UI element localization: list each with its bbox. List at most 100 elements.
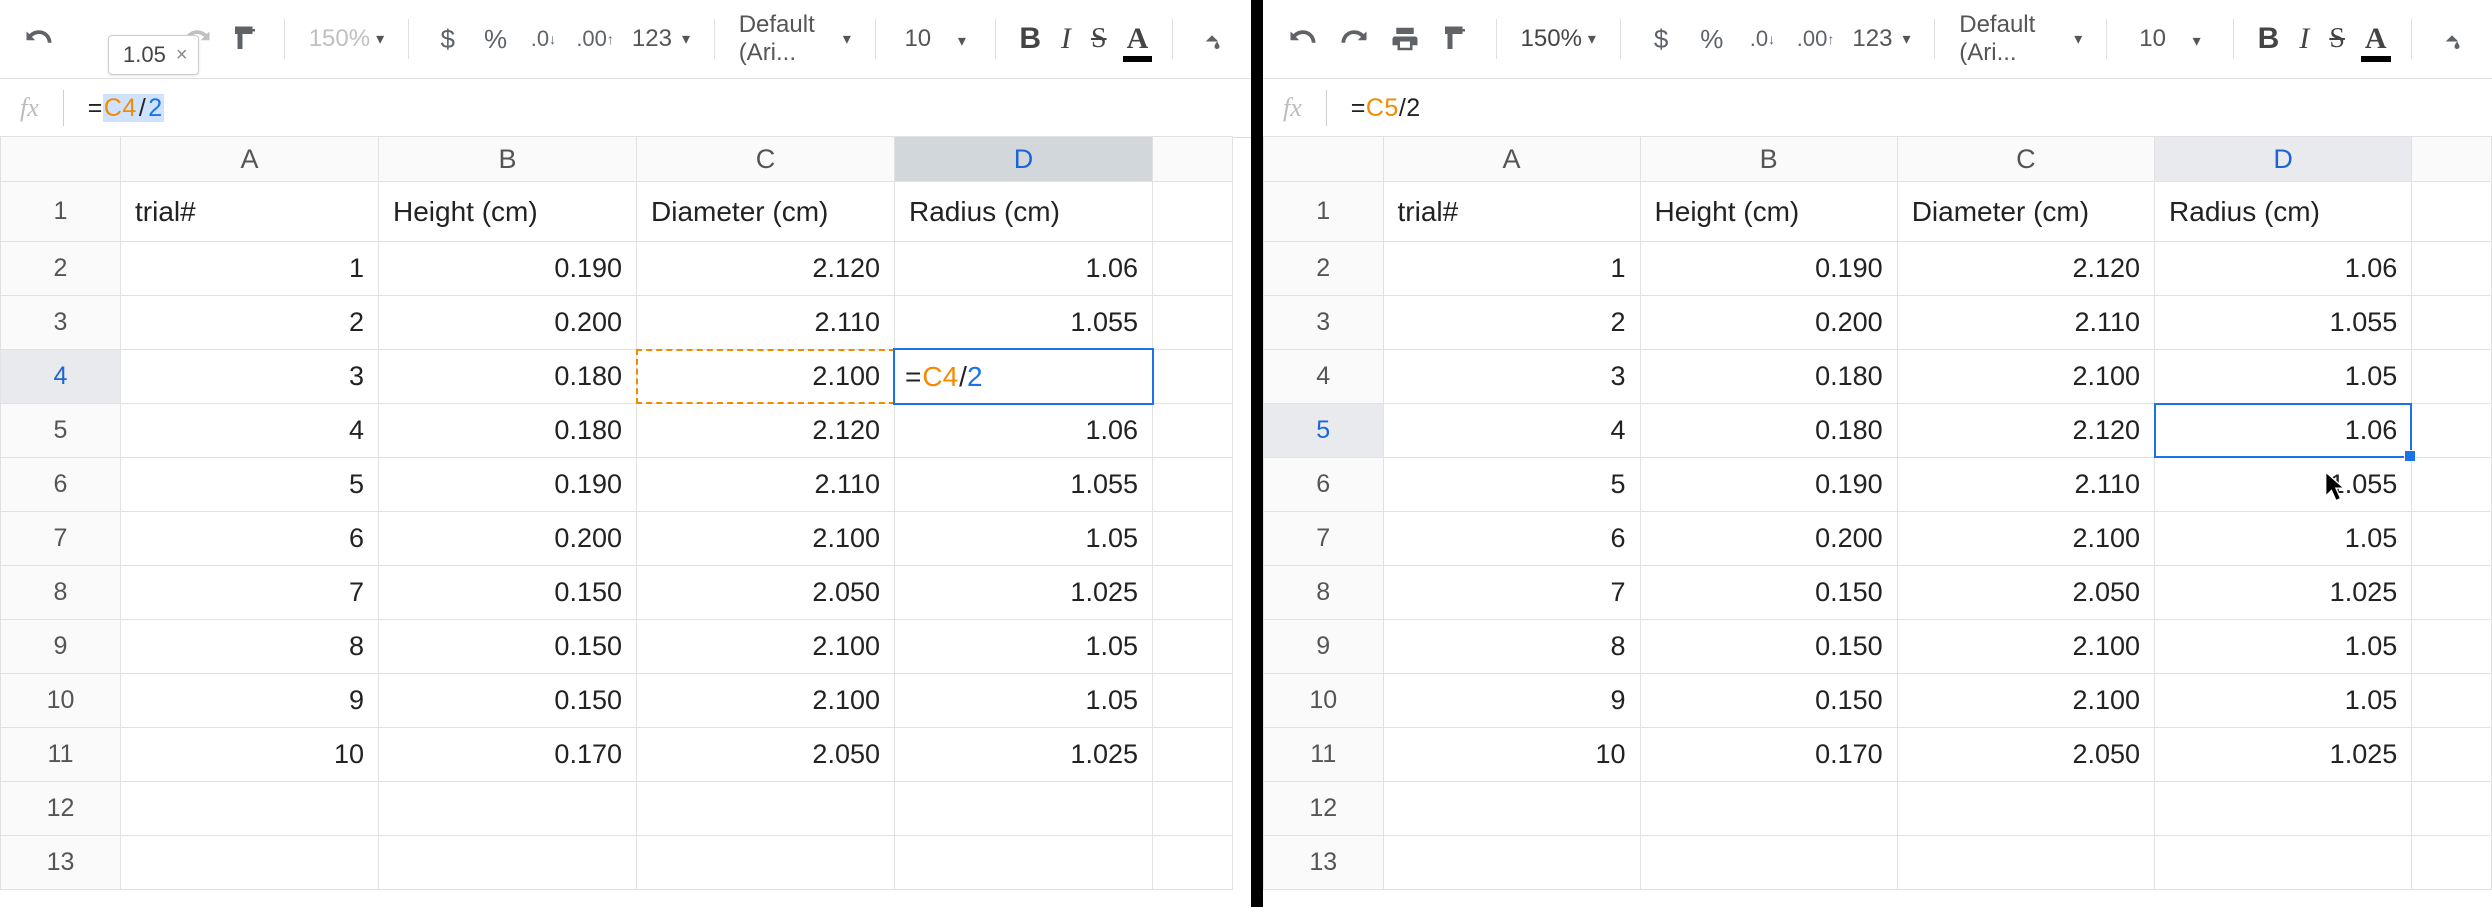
row-header[interactable]: 12 [1264,782,1384,836]
cell[interactable]: 2.110 [637,296,895,350]
cell[interactable]: 0.150 [1640,566,1897,620]
cell[interactable] [1153,458,1233,512]
cell[interactable]: 8 [1383,620,1640,674]
row-header[interactable]: 6 [1,458,121,512]
cell[interactable]: 10 [121,728,379,782]
undo-button[interactable] [24,18,54,60]
cell[interactable]: 9 [121,674,379,728]
col-header-extra[interactable] [2412,137,2492,182]
cell[interactable]: 9 [1383,674,1640,728]
col-header-C[interactable]: C [1897,137,2154,182]
cell[interactable] [1897,782,2154,836]
zoom-dropdown[interactable]: 150% ▾ [309,25,384,53]
fill-handle[interactable] [2404,450,2416,462]
cell-referenced[interactable]: 2.100 [637,350,895,404]
row-header[interactable]: 13 [1264,836,1384,890]
formula-input[interactable]: =C4/2 [88,94,164,123]
col-header-A[interactable]: A [1383,137,1640,182]
cell[interactable] [1153,182,1233,242]
cell[interactable] [2412,782,2492,836]
cell[interactable]: trial# [121,182,379,242]
cell[interactable]: 0.170 [1640,728,1897,782]
cell[interactable]: 2.120 [637,242,895,296]
cell[interactable]: 0.190 [379,458,637,512]
row-header[interactable]: 1 [1264,182,1384,242]
cell[interactable]: 2 [121,296,379,350]
cell[interactable] [2412,182,2492,242]
row-header[interactable]: 4 [1264,350,1384,404]
fill-color-button[interactable] [2435,18,2468,60]
cell[interactable]: 0.150 [1640,620,1897,674]
cell[interactable]: 4 [121,404,379,458]
zoom-dropdown[interactable]: 150% ▾ [1521,25,1596,53]
cell[interactable]: 0.150 [379,566,637,620]
cell[interactable] [2412,242,2492,296]
font-dropdown[interactable]: Default (Ari... ▾ [1959,11,2082,67]
cell[interactable]: 1.025 [2155,566,2412,620]
cell[interactable] [379,782,637,836]
cell[interactable] [121,836,379,890]
font-size-dropdown[interactable]: 10 ▾ [900,25,971,53]
cell[interactable]: 0.180 [379,404,637,458]
cell[interactable]: Diameter (cm) [637,182,895,242]
col-header-B[interactable]: B [379,137,637,182]
cell[interactable] [1153,242,1233,296]
number-format-dropdown[interactable]: 123▾ [1852,25,1910,53]
cell[interactable]: 2.100 [1897,350,2154,404]
cell[interactable]: 2.120 [1897,404,2154,458]
cell[interactable]: 6 [1383,512,1640,566]
cell[interactable]: 0.200 [379,296,637,350]
row-header[interactable]: 10 [1264,674,1384,728]
cell[interactable]: 3 [121,350,379,404]
cell[interactable]: 1 [1383,242,1640,296]
cell[interactable]: 0.150 [379,620,637,674]
percent-button[interactable]: % [1695,18,1728,60]
increase-decimal-button[interactable]: .00↑ [576,18,614,60]
cell[interactable]: 1.05 [895,620,1153,674]
row-header[interactable]: 3 [1264,296,1384,350]
cell[interactable]: Radius (cm) [2155,182,2412,242]
number-format-dropdown[interactable]: 123▾ [632,25,690,53]
cell[interactable] [1640,782,1897,836]
cell[interactable]: 2.100 [1897,620,2154,674]
increase-decimal-button[interactable]: .00↑ [1797,18,1835,60]
strikethrough-button[interactable]: S [2329,23,2345,55]
cell[interactable]: 0.150 [1640,674,1897,728]
cell[interactable]: Height (cm) [379,182,637,242]
cell[interactable]: 1.05 [2155,512,2412,566]
cell[interactable]: 5 [121,458,379,512]
text-color-button[interactable]: A [1127,22,1149,56]
cell[interactable]: 2.100 [637,512,895,566]
bold-button[interactable]: B [1019,22,1041,56]
col-header-D[interactable]: D [2155,137,2412,182]
row-header[interactable]: 2 [1,242,121,296]
cell[interactable]: 1.05 [2155,350,2412,404]
decrease-decimal-button[interactable]: .0↓ [528,18,558,60]
cell[interactable]: 1.055 [895,458,1153,512]
cell[interactable]: 7 [1383,566,1640,620]
cell[interactable] [1153,404,1233,458]
row-header[interactable]: 5 [1,404,121,458]
cell[interactable]: 1.025 [2155,728,2412,782]
row-header[interactable]: 13 [1,836,121,890]
formula-result-chip[interactable]: 1.05 × [108,35,199,75]
cell[interactable] [895,782,1153,836]
cell[interactable]: 2.050 [637,566,895,620]
cell[interactable]: 1.055 [2155,296,2412,350]
cell[interactable]: 0.200 [1640,296,1897,350]
cell[interactable]: 2.100 [1897,512,2154,566]
select-all-corner[interactable] [1264,137,1384,182]
cell[interactable]: 2.120 [1897,242,2154,296]
cell[interactable] [1153,836,1233,890]
cell[interactable] [637,782,895,836]
cell[interactable]: 2.110 [1897,296,2154,350]
cell-edit-box[interactable]: =C4/2 [893,348,1154,405]
cell[interactable]: 2.100 [637,674,895,728]
cell[interactable] [2412,512,2492,566]
cell[interactable]: 0.200 [379,512,637,566]
decrease-decimal-button[interactable]: .0↓ [1746,18,1779,60]
cell[interactable]: 1.025 [895,566,1153,620]
cell[interactable] [2155,782,2412,836]
cell[interactable] [379,836,637,890]
cell[interactable]: 2.050 [637,728,895,782]
